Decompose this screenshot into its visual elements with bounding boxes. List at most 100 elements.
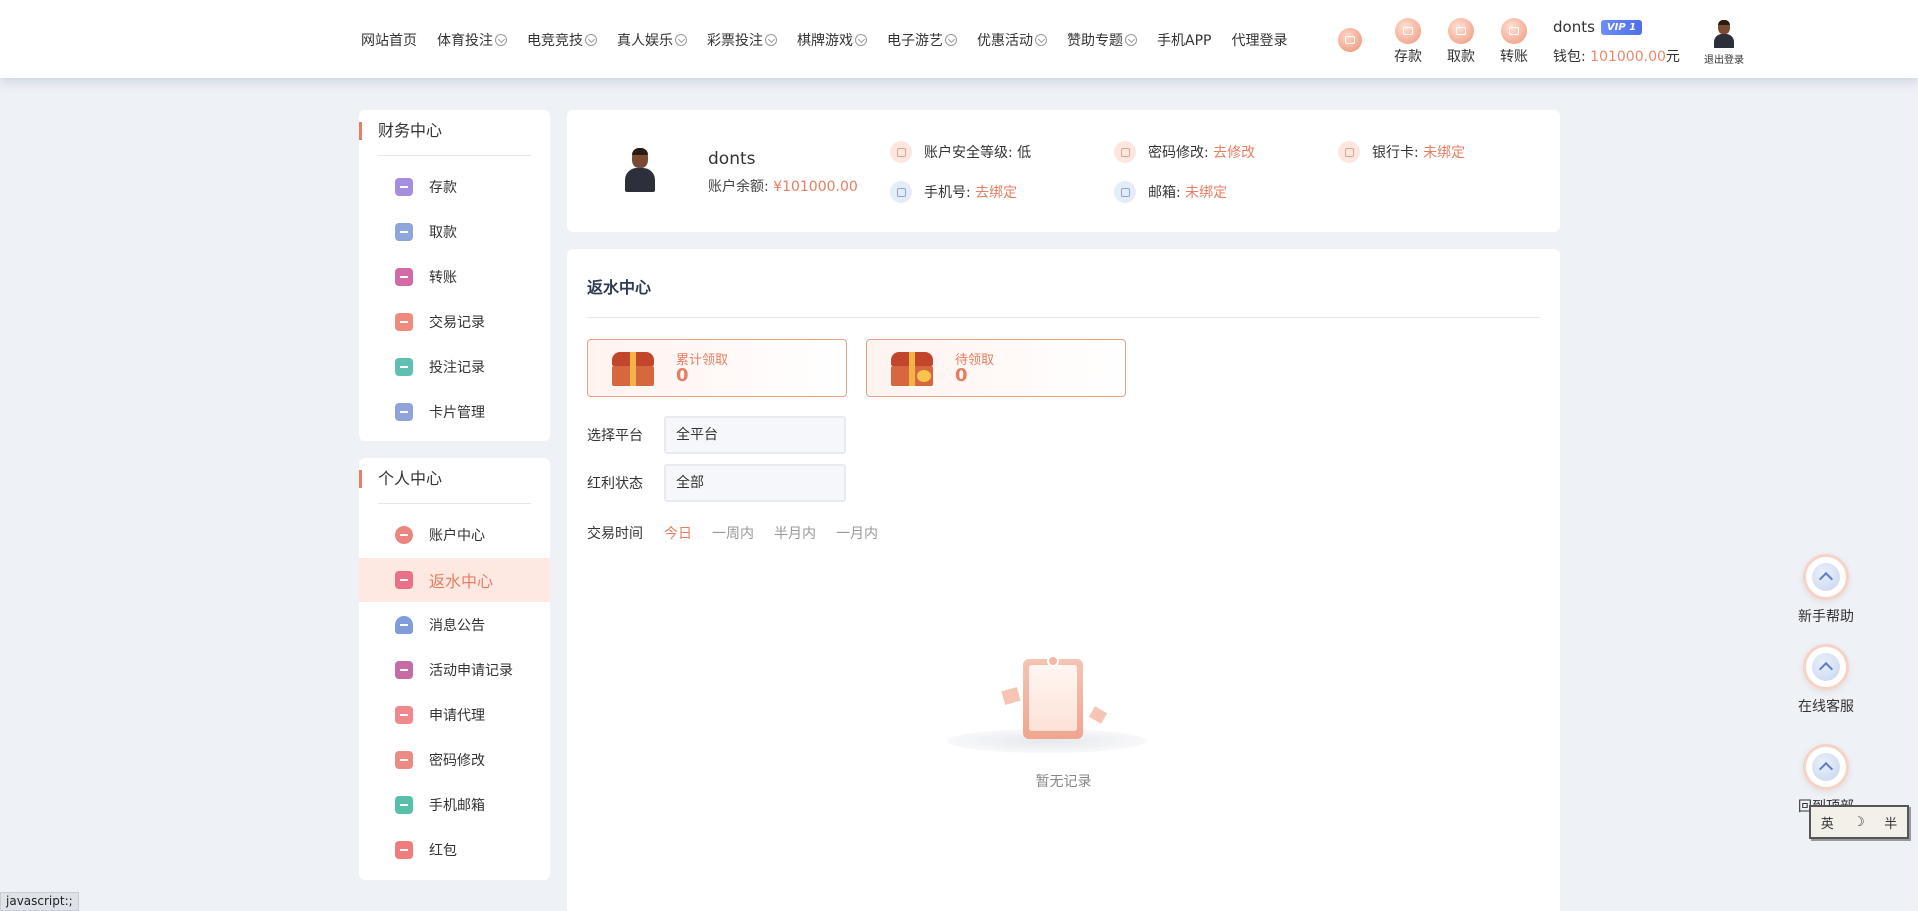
avatar	[625, 148, 655, 192]
nav-sponsorship[interactable]: 赞助专题	[1067, 30, 1137, 50]
chevron-down-icon	[585, 34, 597, 46]
sidebar-item-transactions[interactable]: 交易记录	[359, 300, 550, 344]
beginner-help-button[interactable]: 新手帮助	[1795, 554, 1857, 626]
bind-email-link[interactable]: 未绑定	[1185, 182, 1227, 202]
logout-button[interactable]: 退出登录	[1700, 20, 1748, 66]
sidebar-item-red-envelope[interactable]: 红包	[359, 828, 550, 872]
red-envelope-icon	[395, 841, 413, 859]
time-option-month[interactable]: 一月内	[836, 523, 878, 543]
chevron-down-icon	[1125, 34, 1137, 46]
message-icon[interactable]	[1338, 28, 1362, 52]
nav-sports[interactable]: 体育投注	[437, 30, 507, 50]
nav-card-games[interactable]: 棋牌游戏	[797, 30, 867, 50]
page-title: 返水中心	[587, 278, 652, 297]
chevron-down-icon	[1035, 34, 1047, 46]
time-option-today[interactable]: 今日	[664, 523, 692, 543]
chevron-down-icon	[945, 34, 957, 46]
transaction-time-filter: 交易时间 今日 一周内 半月内 一月内	[587, 523, 898, 543]
finance-center-title: 财务中心	[359, 122, 442, 140]
header-deposit-button[interactable]: 存款	[1388, 18, 1428, 66]
nav-agent-login[interactable]: 代理登录	[1231, 30, 1287, 50]
mail-icon	[1114, 181, 1136, 203]
lock-icon	[1114, 141, 1136, 163]
deposit-icon	[1395, 18, 1421, 44]
sidebar-item-apply-agent[interactable]: 申请代理	[359, 693, 550, 737]
sidebar-item-announcements[interactable]: 消息公告	[359, 603, 550, 647]
sidebar-item-rebate-center[interactable]: 返水中心	[359, 558, 550, 602]
time-option-week[interactable]: 一周内	[712, 523, 754, 543]
bank-card-status: 银行卡: 未绑定	[1338, 141, 1465, 163]
card-icon	[395, 403, 413, 421]
status-bar-link: javascript:;	[0, 892, 79, 911]
top-header: 网站首页 体育投注 电竞竞技 真人娱乐 彩票投注 棋牌游戏 电子游艺 优惠活动 …	[0, 0, 1918, 78]
finance-center-panel: 财务中心 存款 取款 转账 交易记录 投注记录 卡片管理	[359, 110, 550, 441]
folder-icon	[395, 223, 413, 241]
moon-icon[interactable]: ☽	[1853, 815, 1865, 830]
sidebar-item-activity-records[interactable]: 活动申请记录	[359, 648, 550, 692]
bonus-status-select[interactable]: 全部	[664, 464, 846, 502]
ime-toolbar[interactable]: 英 ☽ 半	[1809, 805, 1909, 839]
nav-esports[interactable]: 电竞竞技	[527, 30, 597, 50]
vip-badge: VIP 1	[1600, 20, 1643, 35]
sidebar-item-phone-email[interactable]: 手机邮箱	[359, 783, 550, 827]
avatar	[1713, 20, 1735, 48]
header-transfer-button[interactable]: 转账	[1494, 18, 1534, 66]
gift-icon	[395, 571, 413, 589]
sidebar-item-card-management[interactable]: 卡片管理	[359, 390, 550, 434]
main-nav: 网站首页 体育投注 电竞竞技 真人娱乐 彩票投注 棋牌游戏 电子游艺 优惠活动 …	[361, 30, 1307, 50]
chevron-up-icon	[1803, 744, 1849, 790]
platform-filter: 选择平台 全平台	[587, 416, 846, 454]
lock-icon	[395, 751, 413, 769]
time-option-half-month[interactable]: 半月内	[774, 523, 816, 543]
card-icon	[1338, 141, 1360, 163]
transfer-icon	[1501, 18, 1527, 44]
user-card-icon	[395, 661, 413, 679]
profile-username: donts	[708, 149, 756, 169]
bell-icon	[395, 616, 413, 634]
rebate-center-card: 返水中心 累计领取 0 待领取 0 选择平台 全平台 红利状态 全部 交易时间 …	[567, 249, 1560, 911]
shield-icon	[890, 141, 912, 163]
pending-claim-stat: 待领取 0	[866, 339, 1126, 397]
clipboard-icon	[395, 706, 413, 724]
online-service-button[interactable]: 在线客服	[1795, 644, 1857, 716]
chevron-down-icon	[855, 34, 867, 46]
personal-center-title: 个人中心	[359, 470, 442, 488]
nav-lottery[interactable]: 彩票投注	[707, 30, 777, 50]
divider	[378, 503, 531, 504]
security-level: 账户安全等级: 低	[890, 141, 1031, 163]
sidebar-item-bet-records[interactable]: 投注记录	[359, 345, 550, 389]
bonus-status-filter: 红利状态 全部	[587, 464, 846, 502]
profile-card: donts 账户余额: ¥101000.00 账户安全等级: 低 密码修改: 去…	[567, 110, 1560, 232]
headset-icon	[1803, 644, 1849, 690]
email-status: 邮箱: 未绑定	[1114, 181, 1227, 203]
heart-icon	[395, 526, 413, 544]
nav-slots[interactable]: 电子游艺	[887, 30, 957, 50]
nav-home[interactable]: 网站首页	[361, 30, 417, 50]
personal-center-panel: 个人中心 账户中心 返水中心 消息公告 活动申请记录 申请代理 密码修改 手机邮…	[359, 458, 550, 880]
divider	[587, 317, 1540, 318]
chevron-down-icon	[675, 34, 687, 46]
nav-live-casino[interactable]: 真人娱乐	[617, 30, 687, 50]
wallet-balance: 钱包: 101000.00元	[1553, 49, 1680, 65]
bind-bank-link[interactable]: 未绑定	[1423, 142, 1465, 162]
phone-status: 手机号: 去绑定	[890, 181, 1017, 203]
ime-width[interactable]: 半	[1884, 813, 1897, 832]
ime-lang[interactable]: 英	[1821, 813, 1834, 832]
sidebar-item-withdraw[interactable]: 取款	[359, 210, 550, 254]
header-withdraw-button[interactable]: 取款	[1441, 18, 1481, 66]
sidebar-item-change-password[interactable]: 密码修改	[359, 738, 550, 782]
username: donts VIP 1	[1553, 18, 1643, 36]
transfer-icon	[395, 268, 413, 286]
nav-mobile-app[interactable]: 手机APP	[1157, 30, 1211, 50]
platform-select[interactable]: 全平台	[664, 416, 846, 454]
wallet-icon	[395, 178, 413, 196]
change-password-link[interactable]: 去修改	[1213, 142, 1255, 162]
list-icon	[395, 358, 413, 376]
sidebar-item-deposit[interactable]: 存款	[359, 165, 550, 209]
bind-phone-link[interactable]: 去绑定	[975, 182, 1017, 202]
sidebar-item-account-center[interactable]: 账户中心	[359, 513, 550, 557]
sidebar-item-transfer[interactable]: 转账	[359, 255, 550, 299]
withdraw-icon	[1448, 18, 1474, 44]
nav-promotions[interactable]: 优惠活动	[977, 30, 1047, 50]
total-claimed-stat: 累计领取 0	[587, 339, 847, 397]
